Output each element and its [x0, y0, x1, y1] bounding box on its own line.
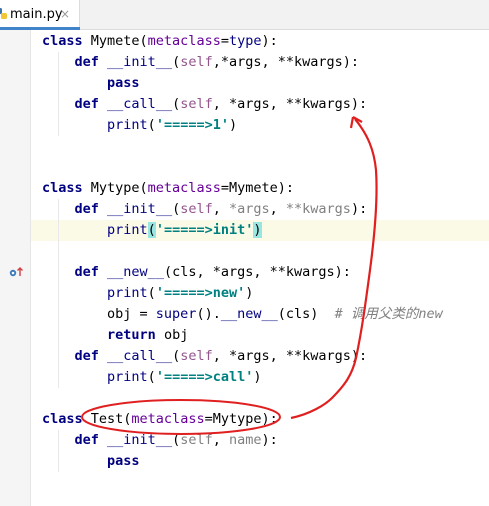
red-arrow [290, 118, 378, 420]
red-ellipse [81, 399, 281, 435]
annotation-layer [81, 116, 378, 435]
